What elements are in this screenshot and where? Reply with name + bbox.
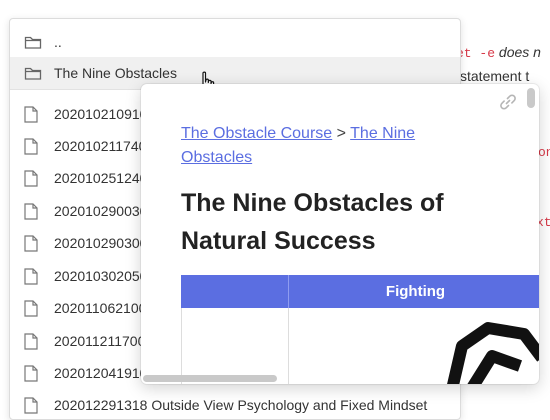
list-item-label: 202010211740 [54, 138, 147, 154]
file-icon [24, 396, 42, 414]
file-icon [24, 299, 42, 317]
code-token: on [538, 145, 550, 160]
table-body [181, 308, 539, 384]
list-item-parent-folder[interactable]: .. [10, 26, 460, 58]
list-item-label: The Nine Obstacles [54, 65, 177, 81]
horizontal-scrollbar[interactable] [143, 375, 277, 382]
file-icon [24, 169, 42, 187]
list-item-label: 202010302050 [54, 268, 148, 284]
file-icon [24, 137, 42, 155]
file-icon [24, 332, 42, 350]
breadcrumb-separator: > [332, 125, 351, 142]
list-item-label: 202010251240 [54, 170, 148, 186]
list-item-label: 202010290030 [54, 203, 148, 219]
list-item-file[interactable]: 202012291318 Outside View Psychology and… [10, 389, 460, 419]
table-header-cell: Fighting [288, 275, 539, 308]
breadcrumb-link-parent[interactable]: The Obstacle Course [181, 125, 332, 142]
file-icon [24, 105, 42, 123]
code-line-1: et -e does n [456, 44, 541, 61]
code-token: et -e [456, 46, 496, 61]
table-header-row: Fighting [181, 275, 539, 308]
link-preview-popup: The Obstacle Course > The Nine Obstacles… [141, 84, 539, 384]
list-item-label: 202011211700 [54, 333, 146, 349]
code-text: statement t [460, 68, 530, 84]
content-table: Fighting [181, 275, 539, 384]
list-item-label: 202012041910 [54, 365, 148, 381]
file-icon [24, 267, 42, 285]
code-text: does n [495, 44, 541, 60]
breadcrumb: The Obstacle Course > The Nine Obstacles [181, 122, 481, 170]
list-item-label: 202010290300 [54, 235, 148, 251]
folder-icon [24, 33, 42, 51]
file-icon [24, 364, 42, 382]
page-title: The Nine Obstacles of Natural Success [181, 189, 444, 255]
list-item-label: 202012291318 Outside View Psychology and… [54, 397, 428, 413]
link-icon[interactable] [498, 92, 518, 112]
list-item-label: .. [54, 34, 62, 50]
obstacle-illustration [447, 322, 539, 384]
file-icon [24, 234, 42, 252]
folder-icon [24, 64, 42, 82]
table-column-divider [288, 308, 289, 384]
file-icon [24, 202, 42, 220]
list-item-label: 202011062100 [54, 300, 147, 316]
vertical-scrollbar[interactable] [527, 88, 535, 108]
list-item-label: 202010210910 [54, 106, 148, 122]
code-line-4: on [538, 143, 550, 160]
code-line-2: statement t [460, 68, 529, 84]
